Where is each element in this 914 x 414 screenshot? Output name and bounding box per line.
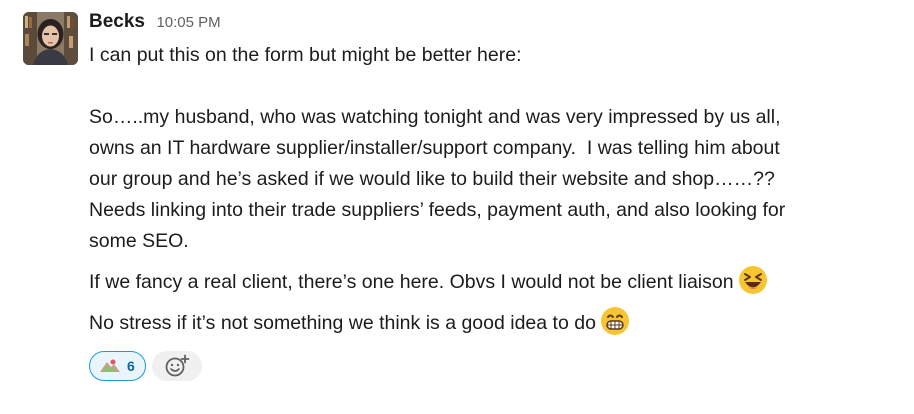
avatar-image <box>23 12 78 65</box>
reactions-bar: 6 <box>89 349 889 383</box>
message-paragraph-1: I can put this on the form but might be … <box>89 44 522 66</box>
message-paragraph-4: No stress if it’s not something we think… <box>89 306 889 339</box>
reaction-pill[interactable]: 6 <box>89 351 146 381</box>
message-paragraph-3-text: If we fancy a real client, there’s one h… <box>89 271 734 293</box>
laughing-squint-emoji <box>738 266 767 294</box>
message-paragraph-2: So…..my husband, who was watching tonigh… <box>89 106 786 252</box>
message-content: Becks 10:05 PM I can put this on the for… <box>89 8 889 383</box>
add-reaction-button[interactable] <box>151 351 202 381</box>
avatar[interactable] <box>23 12 78 65</box>
message-paragraph-3: If we fancy a real client, there’s one h… <box>89 265 889 298</box>
add-reaction-icon <box>165 354 190 377</box>
message-header: Becks 10:05 PM <box>89 8 889 35</box>
author-name[interactable]: Becks <box>89 11 145 32</box>
message-paragraph-4-text: No stress if it’s not something we think… <box>89 312 596 334</box>
message: Becks 10:05 PM I can put this on the for… <box>0 0 914 414</box>
grinning-teeth-emoji <box>600 307 629 335</box>
message-timestamp[interactable]: 10:05 PM <box>156 14 220 31</box>
reaction-count: 6 <box>127 358 135 374</box>
custom-reaction-icon <box>100 359 120 372</box>
